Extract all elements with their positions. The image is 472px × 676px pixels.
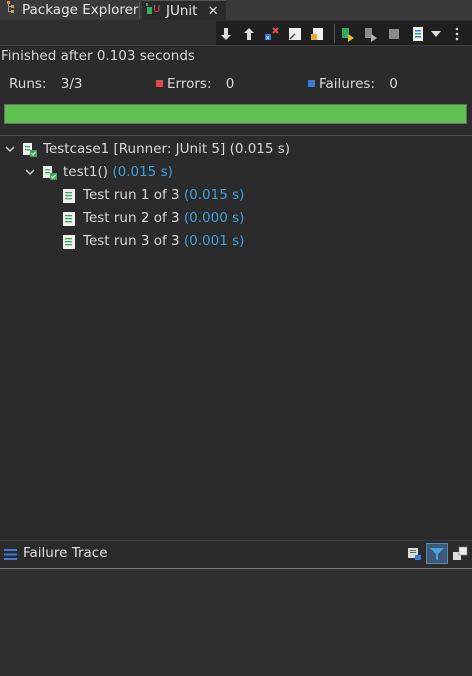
runs-counter: Runs: 3/3 — [9, 76, 83, 92]
failures-value: 0 — [389, 76, 398, 92]
tree-label-group: test1() (0.015 s) — [63, 161, 173, 183]
show-failures-only-icon[interactable]: x — [264, 26, 280, 42]
tree-label: Test run 2 of 3 — [83, 210, 180, 226]
copy-trace-icon[interactable] — [452, 546, 468, 566]
rerun-test-icon[interactable] — [340, 26, 356, 42]
view-tab-bar: Package Explorer U JUnit ✕ — [0, 0, 472, 21]
more-options-icon[interactable] — [452, 26, 462, 42]
junit-icon: U — [146, 1, 162, 21]
package-explorer-icon — [6, 0, 18, 20]
tab-junit[interactable]: U JUnit ✕ — [142, 0, 226, 21]
test-suite-icon — [22, 142, 38, 158]
failure-trace-header: Failure Trace — [0, 540, 472, 569]
divider — [0, 135, 472, 136]
toolbar-separator — [334, 24, 335, 43]
run-status: Finished after 0.103 seconds — [0, 45, 472, 66]
svg-text:x: x — [266, 35, 270, 42]
tab-package-explorer-label: Package Explorer — [22, 2, 139, 18]
stack-trace-icon — [4, 549, 17, 564]
runs-value: 3/3 — [60, 76, 83, 92]
scroll-lock-icon[interactable] — [287, 26, 303, 42]
progress-fill — [5, 105, 466, 123]
next-failure-icon[interactable] — [218, 26, 234, 42]
rerun-failed-first-icon[interactable] — [363, 26, 379, 42]
error-icon — [156, 80, 163, 87]
tree-label-group: Test run 1 of 3 (0.015 s) — [83, 184, 244, 206]
tab-junit-label: JUnit — [166, 3, 198, 19]
show-skipped-only-icon[interactable] — [310, 26, 326, 42]
progress-bar — [4, 104, 467, 124]
tree-time: (0.015 s) — [183, 187, 245, 203]
run-status-text: Finished after 0.103 seconds — [1, 48, 195, 64]
failure-trace-content[interactable] — [0, 569, 472, 676]
previous-failure-icon[interactable] — [241, 26, 257, 42]
close-icon[interactable]: ✕ — [208, 4, 219, 19]
test-passed-icon — [62, 234, 78, 250]
tree-label: test1() — [63, 164, 109, 180]
tree-label: Test run 3 of 3 — [83, 233, 180, 249]
filter-stack-trace-icon[interactable] — [426, 543, 448, 564]
tree-label: Test run 1 of 3 — [83, 187, 180, 203]
test-passed-icon — [62, 188, 78, 204]
tab-package-explorer[interactable]: Package Explorer — [0, 0, 138, 20]
svg-text:U: U — [153, 4, 160, 15]
test-passed-icon — [62, 211, 78, 227]
failures-counter: Failures: 0 — [308, 76, 398, 92]
tree-time: (0.001 s) — [183, 233, 245, 249]
test-run-history-icon[interactable] — [410, 26, 426, 42]
tree-time: (0.000 s) — [183, 210, 245, 226]
stop-icon[interactable] — [386, 26, 402, 42]
junit-toolbar: x — [0, 20, 472, 45]
errors-counter: Errors: 0 — [156, 76, 234, 92]
tree-label-group: Test run 2 of 3 (0.000 s) — [83, 207, 244, 229]
errors-label: Errors: — [167, 76, 212, 92]
chevron-down-icon[interactable] — [5, 138, 15, 160]
toolbar-buttons: x — [216, 21, 472, 45]
tab-separator — [139, 2, 140, 18]
compare-results-icon[interactable] — [407, 546, 423, 566]
failure-icon — [308, 80, 315, 87]
errors-value: 0 — [225, 76, 235, 92]
runs-label: Runs: — [9, 76, 47, 92]
failure-trace-title: Failure Trace — [23, 545, 108, 561]
test-suite-icon — [42, 165, 58, 181]
tree-label: Testcase1 [Runner: JUnit 5] (0.015 s) — [43, 141, 291, 157]
chevron-down-icon[interactable] — [25, 161, 35, 183]
failures-label: Failures: — [319, 76, 375, 92]
run-counters: Runs: 3/3 Errors: 0 Failures: 0 — [0, 76, 472, 96]
tree-time: (0.015 s) — [112, 164, 173, 180]
tree-label-group: Test run 3 of 3 (0.001 s) — [83, 230, 244, 252]
view-menu-icon[interactable] — [430, 26, 442, 42]
